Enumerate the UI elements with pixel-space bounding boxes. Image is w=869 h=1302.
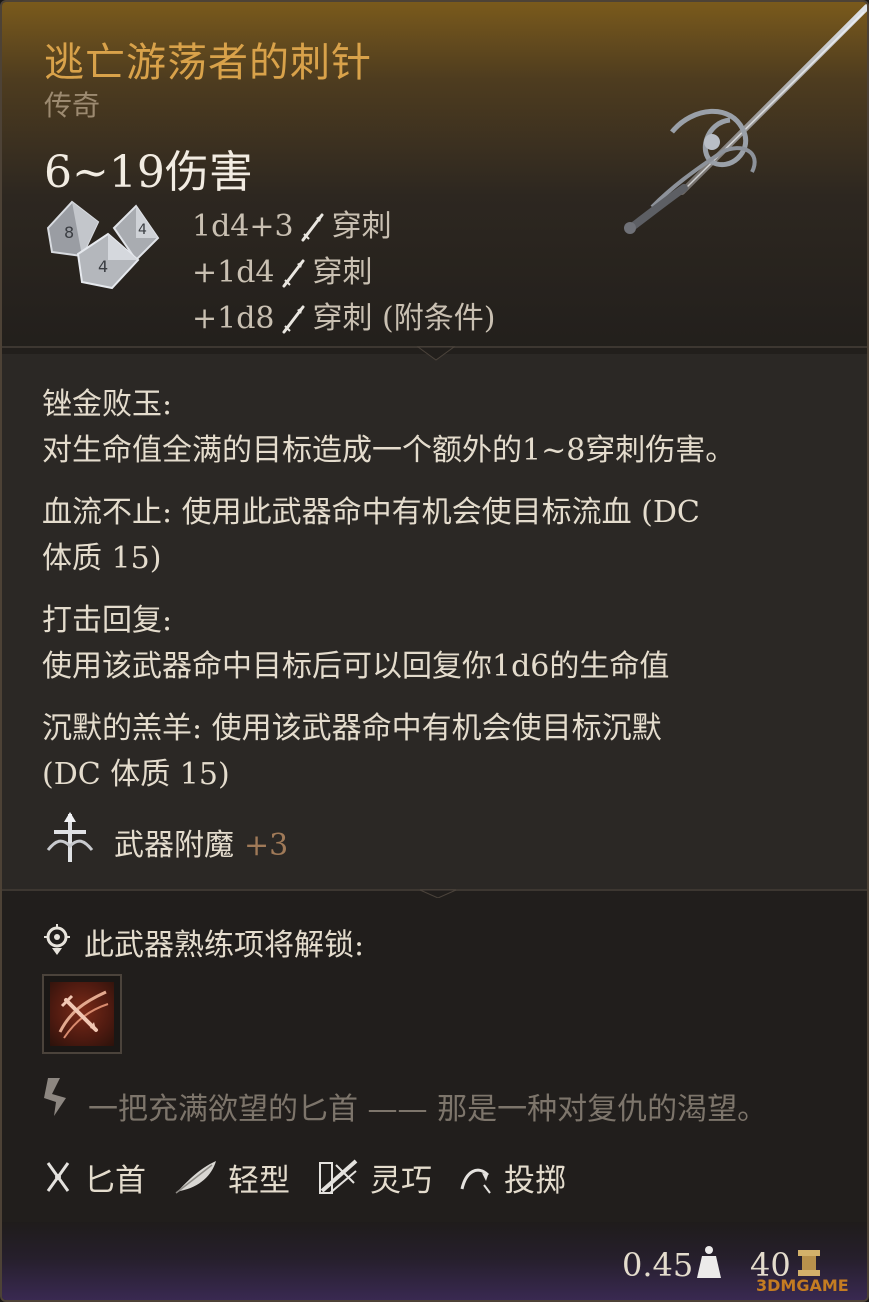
svg-text:4: 4	[138, 222, 147, 238]
item-tooltip: 逃亡游荡者的刺针 传奇 6~19伤害 8 4 4 1d4+3 穿刺 +1d4 穿…	[0, 0, 869, 1302]
property-line: 对生命值全满的目标造成一个额外的1~8穿刺伤害。	[42, 433, 736, 468]
tag-dagger[interactable]: 匕首	[42, 1155, 146, 1200]
feather-icon	[175, 1161, 216, 1194]
tooltip-footer	[2, 1222, 867, 1300]
tag-light[interactable]: 轻型	[172, 1155, 290, 1200]
damage-dice: +1d4	[192, 255, 275, 290]
enchantment-icon	[46, 812, 94, 862]
weight-value: 0.45	[622, 1246, 694, 1284]
weapon-tags: 匕首 轻型 灵巧 投掷	[42, 1152, 592, 1202]
svg-text:4: 4	[98, 257, 108, 276]
proficiency-icon	[44, 924, 70, 955]
damage-type: 穿刺	[331, 209, 392, 244]
enchantment-label: 武器附魔	[114, 828, 234, 863]
weapon-action-slot[interactable]	[42, 974, 122, 1054]
proficiency-label: 此武器熟练项将解锁:	[84, 928, 365, 963]
watermark-text: 3DMGAME	[756, 1276, 849, 1295]
svg-text:8: 8	[64, 223, 74, 242]
dagger-icon	[46, 1162, 70, 1192]
tag-thrown[interactable]: 投掷	[458, 1155, 566, 1200]
dice-icon: 8 4 4	[46, 200, 160, 290]
slashing-action-icon	[58, 990, 109, 1039]
quill-icon	[44, 1078, 66, 1116]
tag-finesse[interactable]: 灵巧	[316, 1155, 432, 1200]
damage-type: 穿刺	[312, 255, 373, 290]
property-line: 锉金败玉:	[42, 387, 173, 422]
damage-line: 1d4+3 穿刺	[192, 204, 495, 250]
damage-total: 6~19伤害	[44, 147, 253, 198]
weight-icon	[697, 1246, 721, 1278]
damage-breakdown: 1d4+3 穿刺 +1d4 穿刺 +1d8 穿刺 (附条件)	[192, 204, 495, 342]
enchantment-value: +3	[244, 828, 289, 863]
damage-dice: +1d8	[192, 301, 275, 336]
property-line: 打击回复:	[42, 603, 173, 638]
piercing-icon	[282, 305, 305, 334]
rapier-icon	[624, 4, 867, 234]
tag-label: 轻型	[228, 1162, 290, 1199]
tag-label: 灵巧	[370, 1162, 432, 1199]
item-name: 逃亡游荡者的刺针	[44, 40, 372, 86]
finesse-icon	[319, 1159, 358, 1194]
flavor-text: 一把充满欲望的匕首 —— 那是一种对复仇的渴望。	[88, 1092, 768, 1127]
piercing-icon	[282, 259, 305, 288]
property-line: 使用该武器命中目标后可以回复你1d6的生命值	[42, 649, 670, 684]
damage-line: +1d8 穿刺 (附条件)	[192, 296, 495, 342]
damage-line: +1d4 穿刺	[192, 250, 495, 296]
gold-icon	[798, 1250, 820, 1276]
throw-icon	[460, 1168, 491, 1194]
property-line: (DC 体质 15)	[42, 757, 230, 792]
property-line: 体质 15)	[42, 541, 162, 576]
property-line: 沉默的羔羊: 使用该武器命中有机会使目标沉默	[42, 711, 662, 746]
tag-label: 投掷	[504, 1162, 566, 1199]
section-divider	[2, 346, 867, 361]
section-divider	[2, 889, 867, 898]
piercing-icon	[301, 213, 324, 242]
tag-label: 匕首	[84, 1162, 146, 1199]
item-rarity: 传奇	[44, 89, 101, 122]
property-line: 血流不止: 使用此武器命中有机会使目标流血 (DC	[42, 495, 700, 530]
enchantment: 武器附魔 +3	[114, 820, 288, 864]
damage-dice: 1d4+3	[192, 209, 294, 244]
damage-type: 穿刺 (附条件)	[312, 301, 496, 336]
